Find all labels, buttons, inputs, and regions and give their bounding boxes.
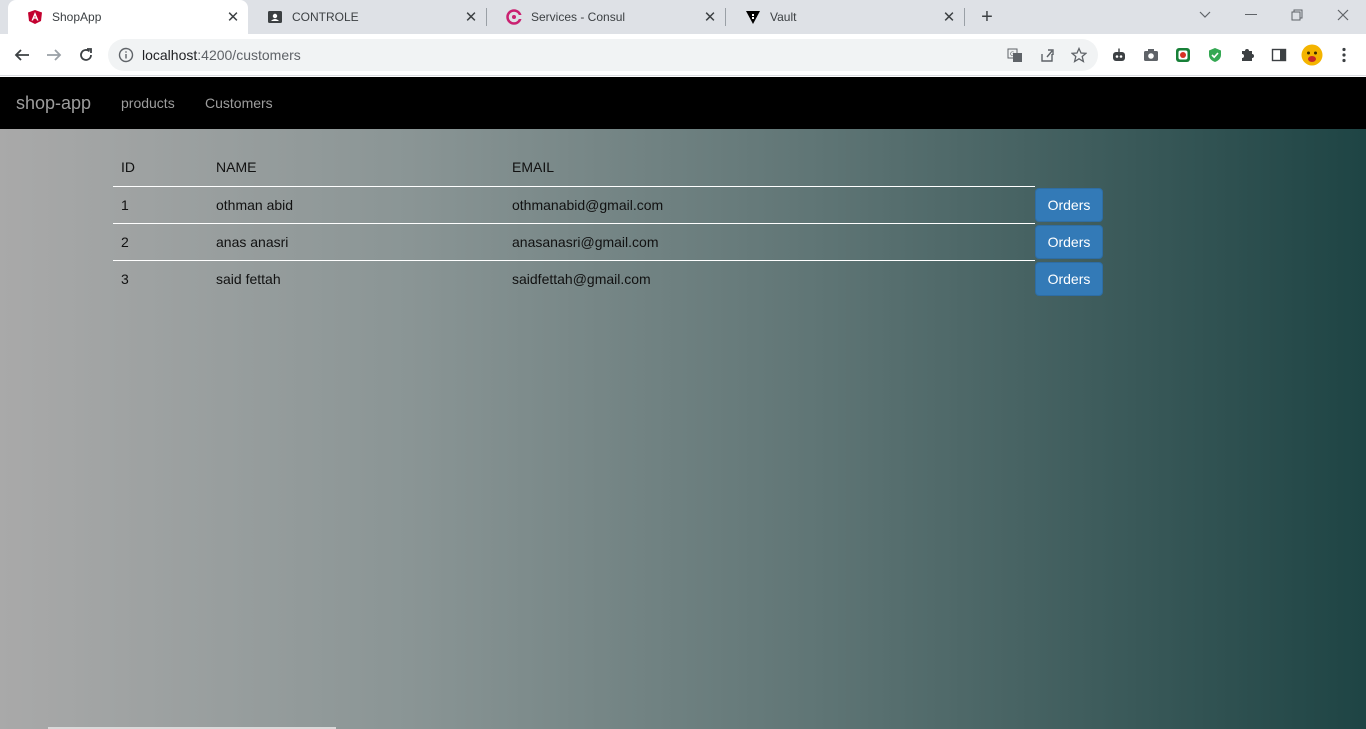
tab-title: Vault (770, 10, 797, 24)
cell-action: Orders (1035, 260, 1103, 297)
cell-name: said fettah (216, 270, 281, 287)
consul-icon (505, 8, 523, 26)
tab-title: CONTROLE (292, 10, 359, 24)
minimize-icon[interactable] (1236, 4, 1266, 26)
cell-action: Orders (1035, 186, 1103, 223)
cell-email: anasanasri@gmail.com (504, 223, 1035, 261)
share-icon[interactable] (1038, 46, 1056, 64)
cell-email: othmanabid@gmail.com (504, 186, 1035, 224)
cell-name: anas anasri (208, 223, 504, 261)
app-navbar: shop-app products Customers (0, 77, 1366, 129)
browser-menu-icon[interactable] (1335, 46, 1353, 64)
extensions-puzzle-icon[interactable] (1238, 46, 1256, 64)
vault-icon (744, 8, 762, 26)
header-name: NAME (208, 149, 504, 187)
close-window-icon[interactable] (1328, 4, 1358, 26)
cell-name: othman abid (208, 186, 504, 224)
side-panel-icon[interactable] (1270, 46, 1288, 64)
cell-id: 3 (121, 270, 129, 287)
table-row: 1 othman abid othmanabid@gmail.com Order… (113, 186, 1103, 224)
close-tab-icon[interactable]: ✕ (940, 8, 958, 26)
url-path: :4200/customers (197, 47, 301, 63)
url-text: localhost:4200/customers (142, 47, 301, 63)
tab-consul[interactable]: Services - Consul ✕ (487, 0, 725, 34)
back-icon[interactable] (10, 43, 34, 67)
close-tab-icon[interactable]: ✕ (224, 8, 242, 26)
nav-link-customers[interactable]: Customers (205, 95, 273, 111)
cell-id: 1 (113, 186, 208, 224)
cell-action: Orders (1035, 223, 1103, 260)
orders-button[interactable]: Orders (1035, 261, 1103, 296)
angular-icon (26, 8, 44, 26)
reload-icon[interactable] (74, 43, 98, 67)
close-tab-icon[interactable]: ✕ (701, 8, 719, 26)
tab-title: Services - Consul (531, 10, 626, 24)
browser-tab-strip: ShopApp ✕ CONTROLE ✕ Services - Consul ✕… (0, 0, 1366, 34)
translate-icon[interactable]: G (1006, 46, 1024, 64)
orders-button[interactable]: Orders (1035, 224, 1103, 259)
address-bar[interactable]: localhost:4200/customers G (108, 39, 1098, 71)
tab-title: ShopApp (52, 10, 102, 24)
tab-controle[interactable]: CONTROLE ✕ (248, 0, 486, 34)
forward-icon[interactable] (42, 43, 66, 67)
tab-search-chevron-icon[interactable] (1190, 4, 1220, 26)
browser-toolbar: localhost:4200/customers G (0, 34, 1366, 76)
customers-table: ID NAME EMAIL 1 othman abid othmanabid@g… (113, 149, 1103, 297)
camera-extension-icon[interactable] (1142, 46, 1160, 64)
restore-icon[interactable] (1282, 4, 1312, 26)
contact-card-icon (266, 8, 284, 26)
tab-vault[interactable]: Vault ✕ (726, 0, 964, 34)
nav-link-products[interactable]: products (121, 95, 175, 111)
header-id: ID (113, 149, 208, 187)
site-info-icon[interactable] (118, 47, 134, 63)
svg-text:G: G (1010, 51, 1015, 58)
robot-extension-icon[interactable] (1110, 46, 1128, 64)
orders-button[interactable]: Orders (1035, 187, 1103, 222)
brand-link[interactable]: shop-app (16, 93, 91, 114)
table-row: 2 anas anasri anasanasri@gmail.com Order… (113, 223, 1103, 261)
bookmark-star-icon[interactable] (1070, 46, 1088, 64)
tab-separator (964, 8, 965, 26)
shield-check-icon[interactable] (1206, 46, 1224, 64)
page-content: shop-app products Customers ID NAME EMAI… (0, 77, 1366, 729)
table-header-row: ID NAME EMAIL (113, 149, 1103, 187)
customers-table-container: ID NAME EMAIL 1 othman abid othmanabid@g… (113, 149, 1103, 297)
close-tab-icon[interactable]: ✕ (462, 8, 480, 26)
header-email: EMAIL (504, 149, 1035, 187)
header-action (1035, 149, 1103, 186)
profile-avatar-icon[interactable] (1300, 43, 1324, 67)
tab-shopapp[interactable]: ShopApp ✕ (8, 0, 248, 34)
cell-email: saidfettah@gmail.com (512, 270, 651, 287)
record-extension-icon[interactable] (1174, 46, 1192, 64)
url-host: localhost (142, 47, 198, 63)
table-row: 3 said fettah saidfettah@gmail.com Order… (113, 260, 1103, 297)
cell-id: 2 (113, 223, 208, 261)
new-tab-icon[interactable]: + (976, 6, 998, 28)
